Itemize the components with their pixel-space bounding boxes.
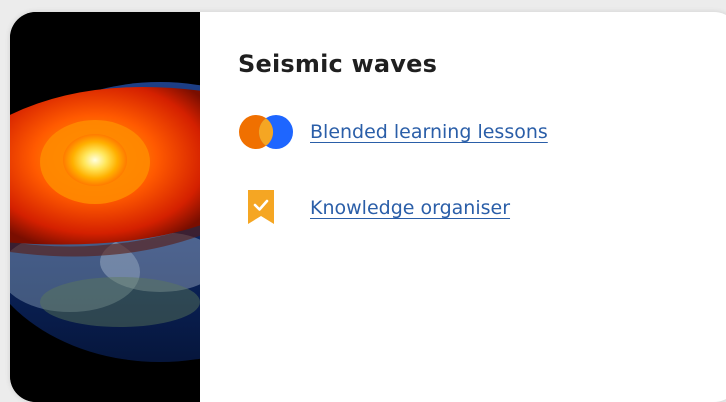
card-title: Seismic waves [238, 50, 438, 78]
card-content: Seismic waves Blended learning lessons K… [238, 50, 726, 224]
blended-learning-lessons-link[interactable]: Blended learning lessons [310, 121, 548, 143]
bookmark-check-icon [248, 190, 274, 224]
venn-circles-icon [239, 115, 293, 149]
resource-card: Seismic waves Blended learning lessons K… [10, 12, 726, 402]
link-row-knowledge-organiser[interactable]: Knowledge organiser [238, 188, 510, 228]
earth-core-image [10, 12, 200, 402]
link-row-blended-learning[interactable]: Blended learning lessons [238, 112, 548, 152]
knowledge-organiser-link[interactable]: Knowledge organiser [310, 197, 510, 219]
